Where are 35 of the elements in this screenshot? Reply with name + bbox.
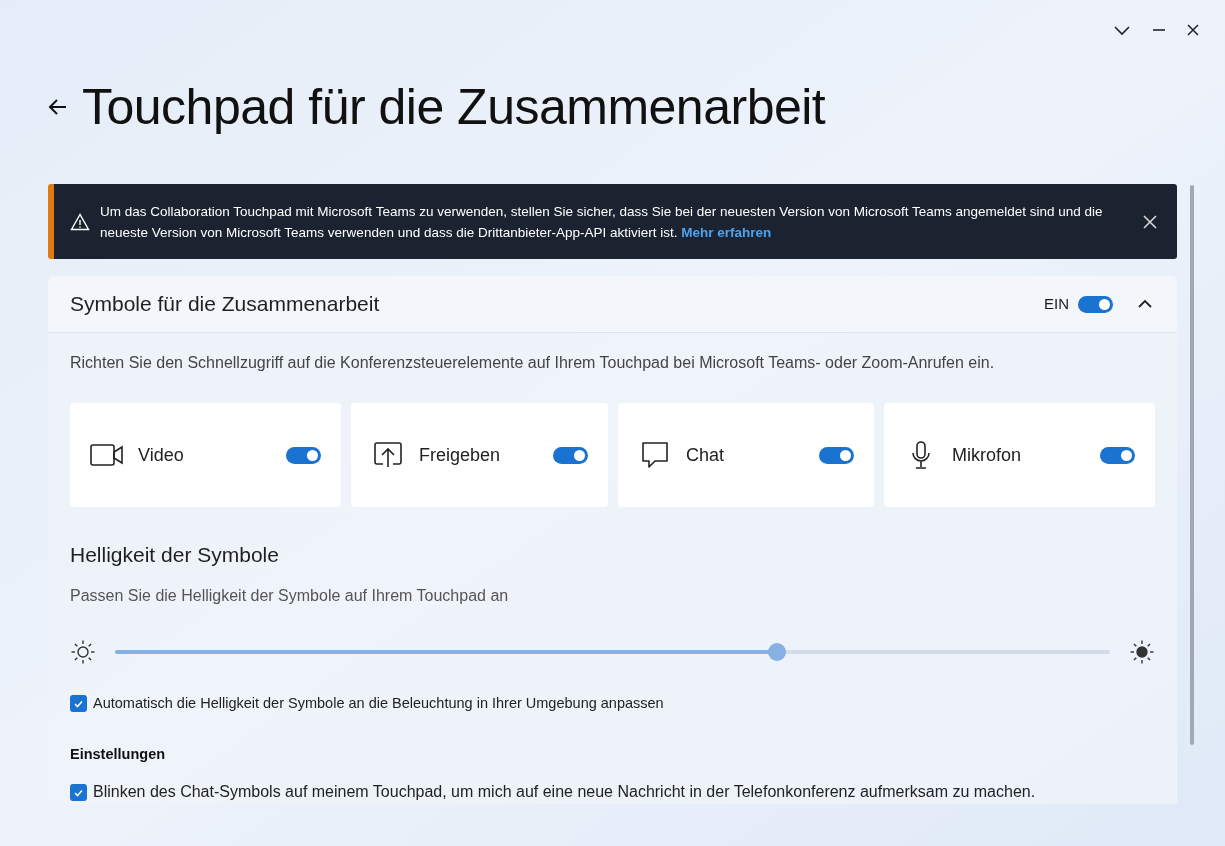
video-camera-icon [90, 443, 124, 467]
microphone-icon [912, 441, 930, 469]
toggle-switch[interactable] [819, 446, 854, 464]
feature-label: Chat [686, 443, 726, 467]
feature-label: Video [138, 443, 185, 467]
toggle-switch[interactable] [1078, 295, 1113, 313]
toggle-switch[interactable] [286, 446, 321, 464]
back-arrow-icon[interactable] [48, 98, 68, 116]
feature-label: Mikrofon [952, 443, 1023, 467]
settings-heading: Einstellungen [70, 745, 167, 765]
chat-bubble-icon [641, 441, 669, 469]
checkbox-label: Automatisch die Helligkeit der Symbole an die Beleuchtung in Ihrer Umgebung anpassen [93, 693, 664, 713]
section-title: Symbole für die Zusammenarbeit [70, 291, 381, 318]
warning-icon [70, 212, 90, 231]
subsection-title: Helligkeit der Symbole [70, 542, 280, 568]
subsection-description: Passen Sie die Helligkeit der Symbole auf Ihrem Touchpad an [70, 585, 510, 606]
checkbox[interactable] [70, 783, 87, 801]
share-screen-icon [374, 442, 402, 468]
slider-thumb[interactable] [767, 642, 786, 661]
brightness-high-icon [1129, 638, 1155, 665]
feature-label: Freigeben [419, 443, 502, 467]
checkbox[interactable] [70, 694, 87, 712]
chevron-up-icon[interactable] [1137, 299, 1153, 309]
toggle-switch[interactable] [1100, 446, 1135, 464]
toggle-switch[interactable] [553, 446, 588, 464]
section-description: Richten Sie den Schnellzugriff auf die Konferenzsteuerelemente auf Ihrem Touchpad bei Microsoft Teams- oder Zoom-Anrufen ein. [70, 353, 996, 373]
brightness-low-icon [70, 638, 96, 665]
chevron-down-icon[interactable] [1113, 24, 1131, 36]
close-icon[interactable] [1187, 24, 1199, 36]
checkbox-label: Blinken des Chat-Symbols auf meinem Touchpad, um mich auf eine neue Nachricht in der Telefonkonferenz aufmerksam zu machen. [93, 782, 1036, 802]
page-title: Touchpad für die Zusammenarbeit [82, 82, 826, 132]
banner-message: Um das Collaboration Touchpad mit Microsoft Teams zu verwenden, stellen Sie sicher, dass Sie bei der neuesten Version von Microsoft Teams angemeldet sind und die neueste Version von Microsoft Teams verwenden und dass die Drittanbieter-App-API aktiviert ist. Mehr erfahren [100, 202, 1104, 242]
scrollbar[interactable] [1190, 185, 1194, 745]
learn-more-link[interactable]: Mehr erfahren [681, 224, 772, 240]
toggle-state-label: EIN [1044, 293, 1069, 314]
